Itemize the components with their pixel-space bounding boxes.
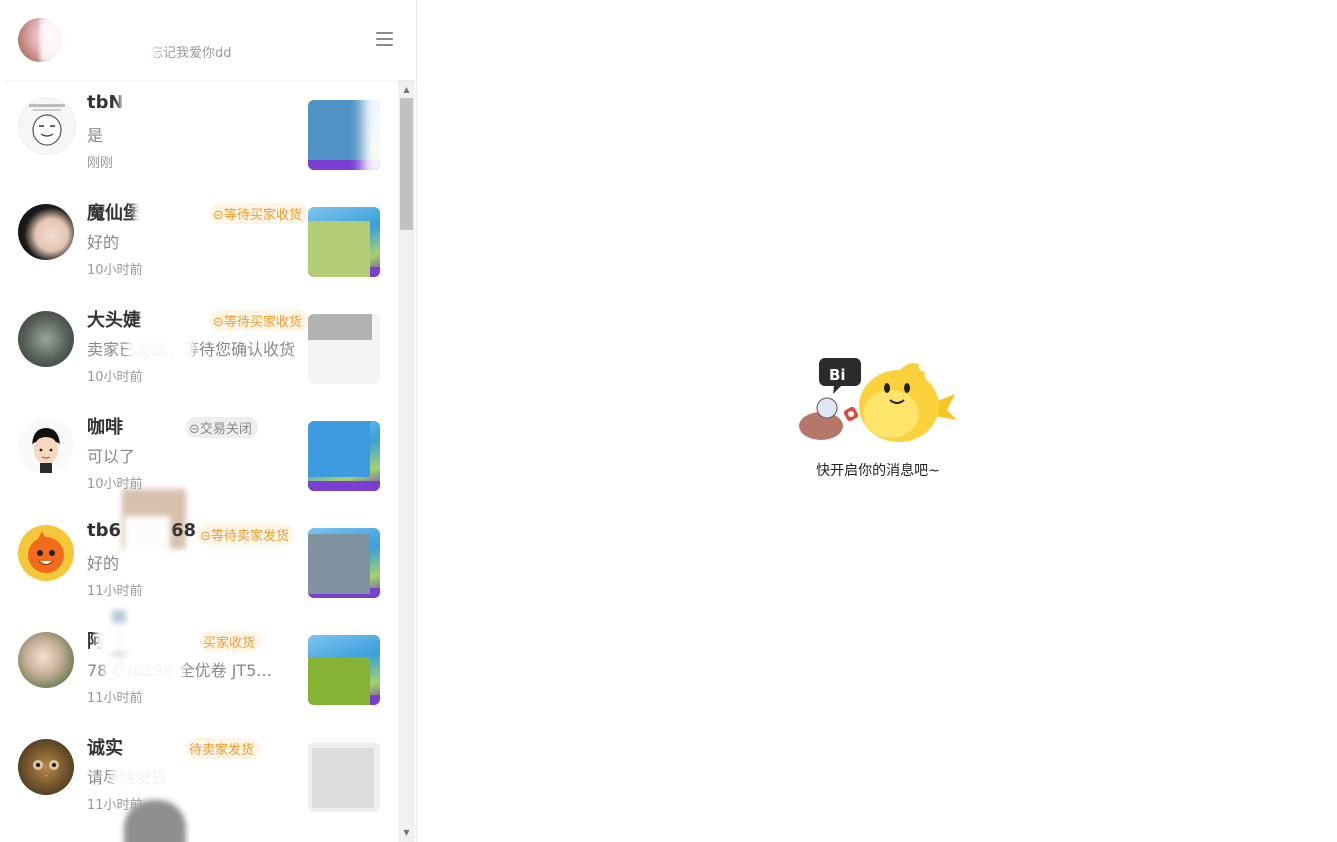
avatar [18,525,74,581]
avatar [18,739,74,795]
contact-name: 大头婕 [87,310,141,331]
order-status-badge: 待卖家发货 [186,738,261,759]
order-status-badge: ⊝交易关闭 [186,417,258,438]
order-status-badge: ⊝等待买家收货 [210,203,308,224]
svg-text:Bi: Bi [829,366,846,384]
last-message: 可以了 [87,447,136,466]
order-thumbnail[interactable] [308,528,380,598]
avatar [18,311,74,367]
my-name-redacted [64,34,156,64]
order-thumbnail[interactable] [308,207,380,277]
conversation-item[interactable]: 大头婕 ⊝等待买家收货 卖家已发货，等待您确认收货 10小时前 [0,294,398,401]
last-message: 好的 [87,233,120,252]
list-scrollbar[interactable]: ▲ ▼ [398,80,415,842]
order-thumbnail[interactable] [308,100,380,170]
scroll-down-icon[interactable]: ▼ [398,824,415,841]
contact-name: 诚实 [87,738,123,759]
chat-panel: Bi 快开启你的消息吧~ [417,0,1337,842]
conversation-item[interactable]: 咖啡 ⊝交易关闭 可以了 10小时前 [0,401,398,549]
empty-state-message: 快开启你的消息吧~ [816,463,940,479]
message-time: 11小时前 [87,798,143,813]
redaction [142,302,208,332]
scroll-thumb[interactable] [400,98,413,230]
order-thumbnail[interactable] [308,635,380,705]
avatar [18,418,74,474]
redaction [120,88,180,118]
message-time: 10小时前 [87,477,143,492]
conversation-item[interactable]: 魔仙堡 ⊝等待买家收货 好的 10小时前 [0,187,398,294]
conversation-item[interactable]: tb6 68 ⊝等待卖家发货 好的 11小时前 [0,508,398,670]
order-status-badge: ⊝等待买家收货 [210,310,308,331]
last-message: 好的 [87,554,120,573]
order-thumbnail[interactable] [308,421,380,491]
contact-name: 魔仙堡 [87,203,141,224]
my-signature: 忘记我爱你dd [150,46,232,61]
order-status-badge: ⊝等待卖家发货 [197,524,295,545]
im-window: 忘记我爱你dd tbN 是 刚刚 魔仙堡 ⊝等待买家收货 好的 10小时前 大头… [0,0,1337,842]
conversation-item[interactable]: 诚实 待卖家发货 请尽快发货 11小时前 [0,722,398,842]
redaction [96,623,206,653]
bi-chat-fish-mascot-icon: Bi [799,358,957,442]
redaction [104,655,184,681]
message-time: 刚刚 [87,156,114,171]
order-thumbnail[interactable] [308,742,380,812]
menu-icon[interactable] [375,30,395,48]
redaction [112,762,202,788]
conversation-item[interactable]: 阿 买家收货 78 096196 全优卷 JT5... 11小时前 [0,615,398,722]
message-time: 10小时前 [87,263,143,278]
avatar [18,204,74,260]
my-avatar[interactable] [18,18,62,62]
conversation-sidebar: 忘记我爱你dd tbN 是 刚刚 魔仙堡 ⊝等待买家收货 好的 10小时前 大头… [0,0,417,842]
redaction [128,334,194,360]
scroll-up-icon[interactable]: ▲ [398,81,415,98]
redaction [134,195,208,225]
message-time: 11小时前 [87,584,143,599]
avatar [18,632,74,688]
message-time: 11小时前 [87,691,143,706]
order-status-badge: 买家收货 [200,631,262,652]
order-thumbnail[interactable] [308,314,380,384]
sidebar-header: 忘记我爱你dd [0,0,416,80]
redaction [124,516,170,576]
contact-name: 咖啡 [87,417,123,438]
avatar [18,97,76,155]
conversation-item[interactable]: tbN 是 刚刚 [0,80,398,187]
message-time: 10小时前 [87,370,143,385]
last-message: 是 [87,126,104,145]
conversation-list[interactable]: tbN 是 刚刚 魔仙堡 ⊝等待买家收货 好的 10小时前 大头婕 ⊝等待买家收… [0,80,398,842]
contact-name: tbN [87,92,124,113]
